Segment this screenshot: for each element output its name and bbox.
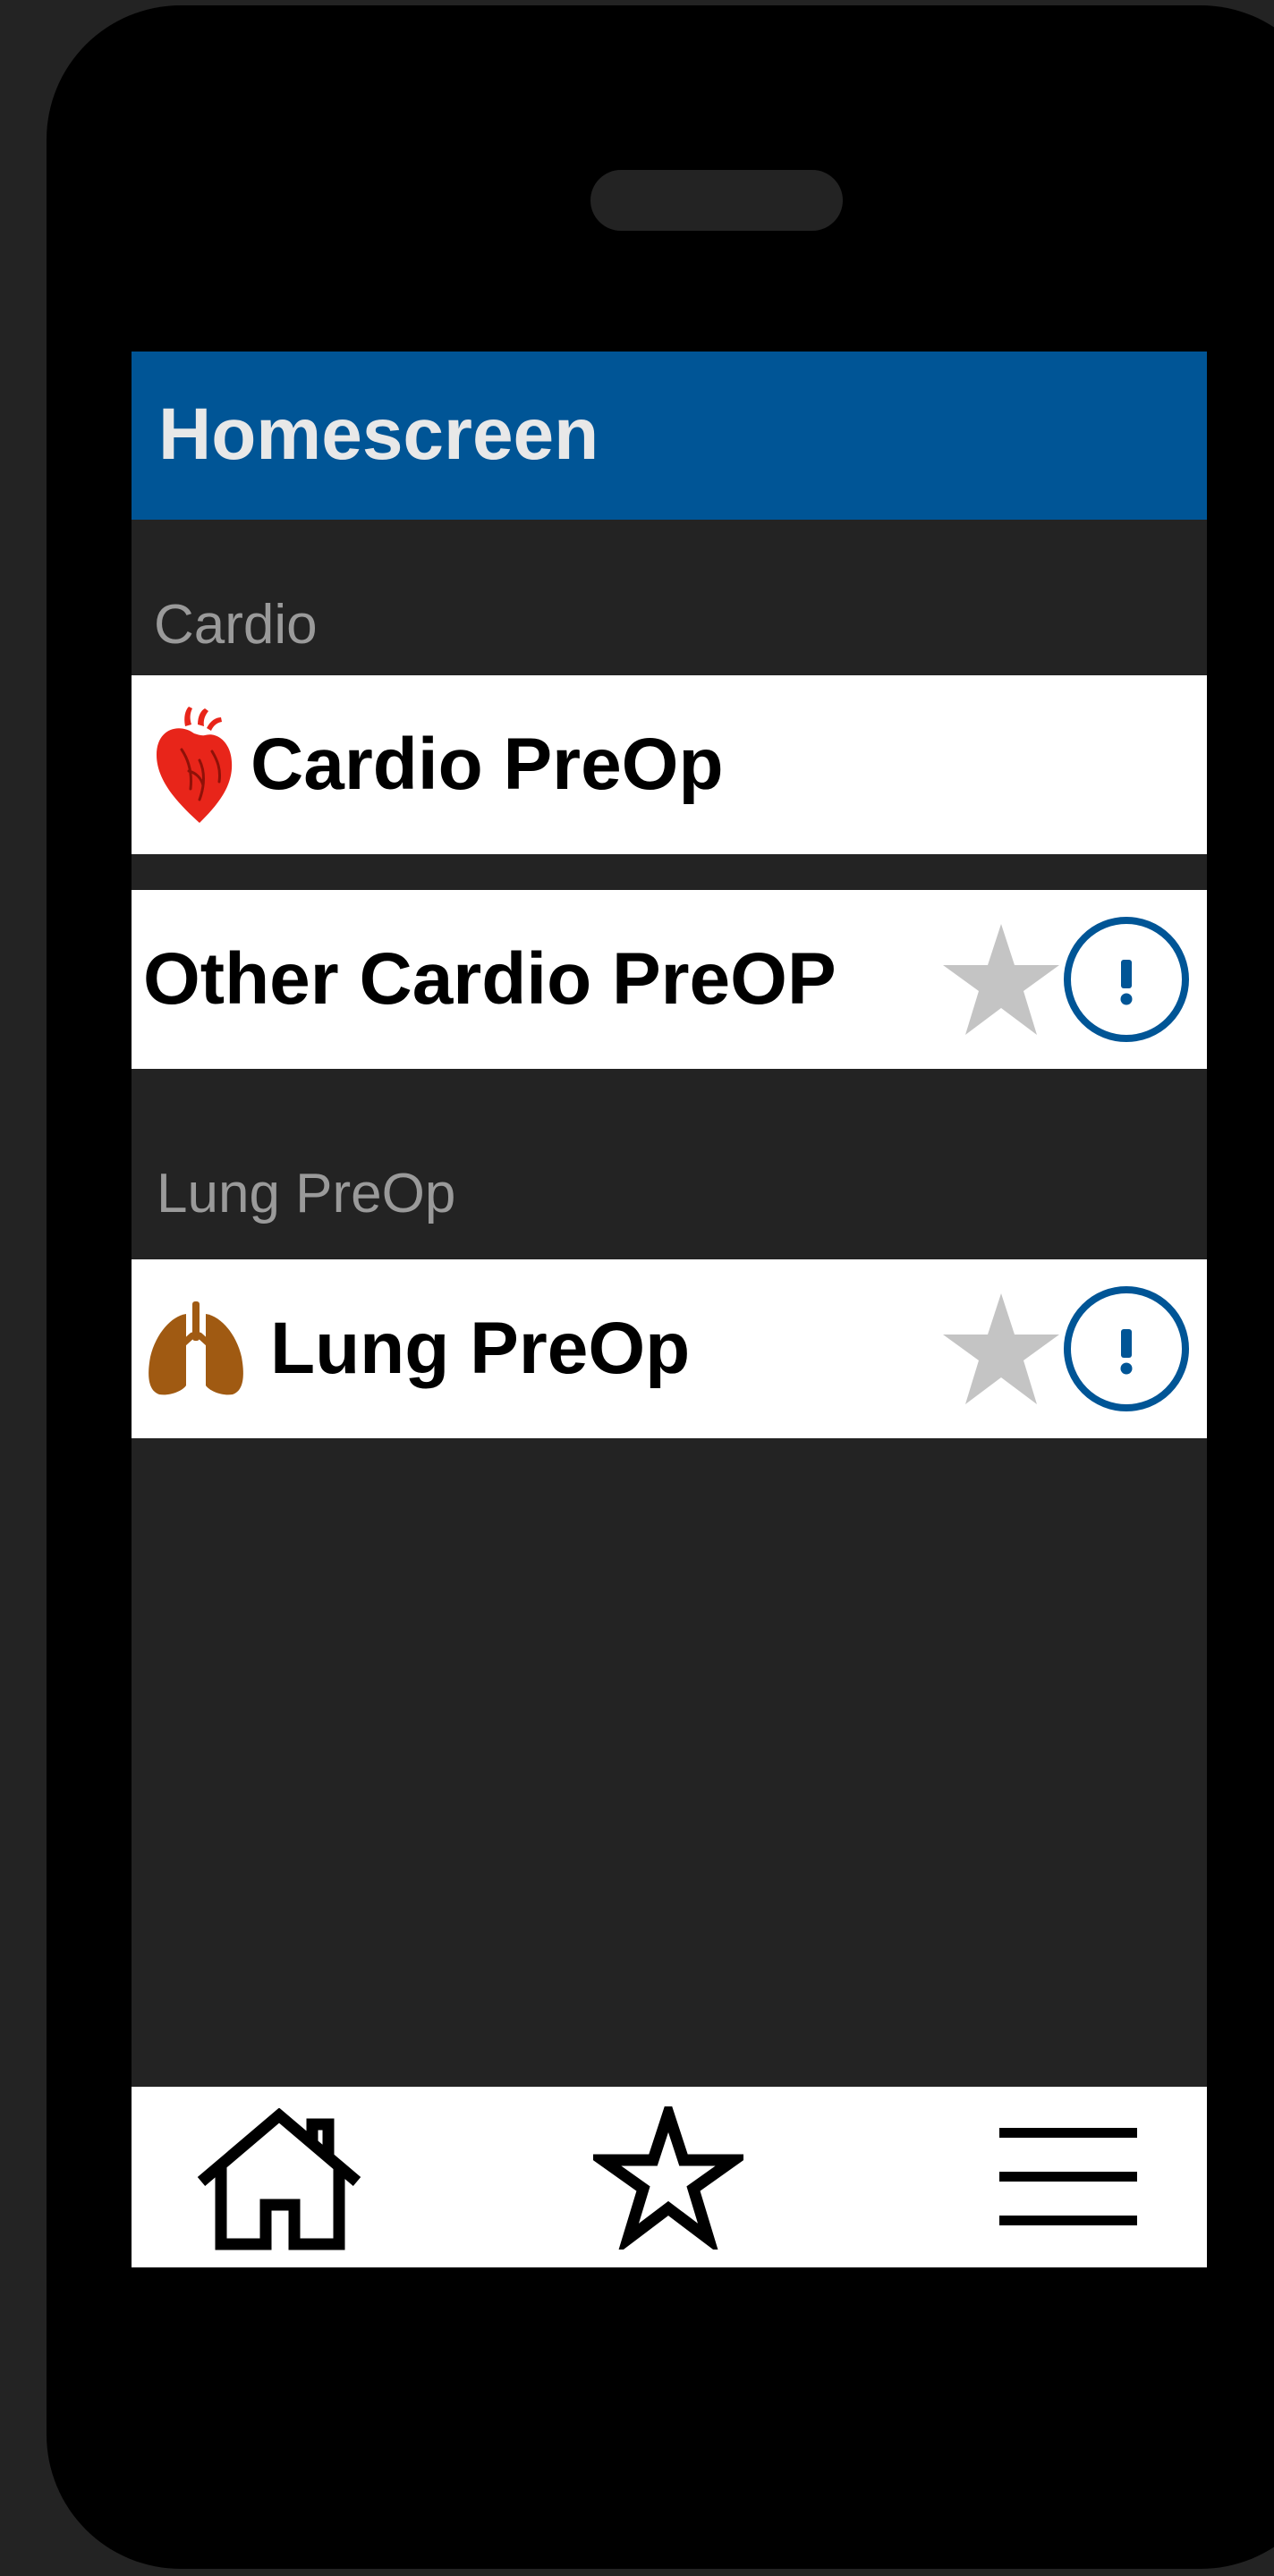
tab-favorites[interactable]	[579, 2087, 758, 2267]
star-icon[interactable]	[943, 924, 1059, 1035]
home-icon	[197, 2108, 361, 2250]
bottom-tab-bar	[132, 2087, 1207, 2267]
hamburger-menu-icon	[999, 2128, 1137, 2225]
list-item-label: Other Cardio PreOP	[143, 938, 837, 1020]
star-icon[interactable]	[943, 1293, 1059, 1404]
list-item-lung-preop[interactable]: Lung PreOp	[132, 1259, 1207, 1438]
app-header: Homescreen	[132, 352, 1207, 520]
phone-speaker	[590, 170, 843, 231]
section-label-cardio: Cardio	[154, 594, 318, 656]
list-item-label: Cardio PreOp	[251, 724, 724, 805]
tab-home[interactable]	[185, 2087, 373, 2267]
info-icon[interactable]	[1062, 1284, 1191, 1413]
star-outline-icon	[593, 2106, 743, 2250]
page-title: Homescreen	[158, 394, 599, 475]
heart-icon	[157, 707, 233, 823]
list-item-other-cardio-preop[interactable]: Other Cardio PreOP	[132, 890, 1207, 1069]
section-label-lung-preop: Lung PreOp	[157, 1163, 456, 1224]
tab-menu[interactable]	[972, 2087, 1151, 2267]
list-item-cardio-preop[interactable]: Cardio PreOp	[132, 675, 1207, 854]
info-icon[interactable]	[1062, 915, 1191, 1044]
app-screen: Homescreen Cardio Cardio PreOp Other Car…	[132, 352, 1207, 2267]
list-item-label: Lung PreOp	[270, 1308, 691, 1389]
lungs-icon	[149, 1301, 243, 1395]
